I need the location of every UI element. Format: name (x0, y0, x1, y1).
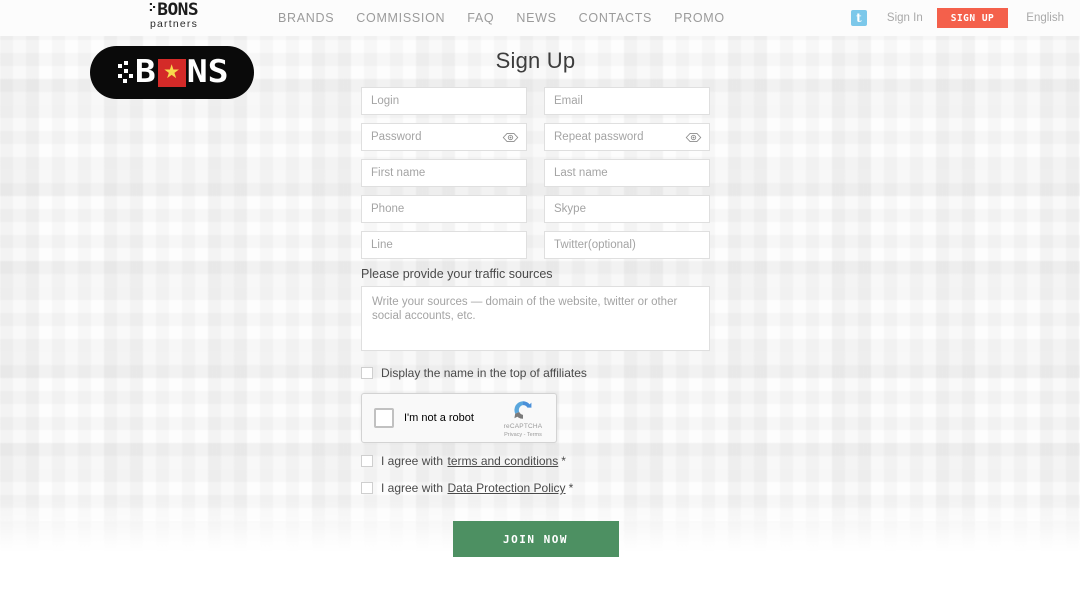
site-logo[interactable]: BONS partners (128, 2, 220, 31)
sign-in-link[interactable]: Sign In (887, 12, 923, 24)
skype-input[interactable] (545, 196, 709, 222)
star-glyph: ★ (163, 62, 181, 83)
bons-letters-ns: NS (186, 54, 229, 90)
privacy-link[interactable]: Data Protection Policy (448, 481, 566, 495)
email-field[interactable] (544, 87, 710, 115)
recaptcha-widget[interactable]: I'm not a robot reCAPTCHA Privacy - Term… (361, 393, 557, 443)
last-name-field[interactable] (544, 159, 710, 187)
vietnam-flag-icon: ★ (157, 58, 186, 87)
display-name-row: Display the name in the top of affiliate… (361, 366, 710, 380)
main-navigation: BRANDS COMMISSION FAQ NEWS CONTACTS PROM… (278, 11, 725, 25)
recaptcha-checkbox[interactable] (374, 408, 394, 428)
site-header: BONS partners BRANDS COMMISSION FAQ NEWS… (0, 0, 1080, 36)
phone-input[interactable] (362, 196, 526, 222)
bons-badge-logo: B ★ NS (90, 46, 254, 99)
terms-link[interactable]: terms and conditions (448, 454, 559, 468)
repeat-password-field[interactable] (544, 123, 710, 151)
privacy-agreement-row: I agree with Data Protection Policy * (361, 479, 710, 497)
recaptcha-branding: reCAPTCHA Privacy - Terms (494, 398, 556, 439)
email-input[interactable] (545, 88, 709, 114)
form-row-contact (361, 195, 710, 223)
form-row-credentials (361, 87, 710, 115)
terms-checkbox[interactable] (361, 455, 373, 467)
password-field[interactable] (361, 123, 527, 151)
privacy-required-mark: * (568, 481, 574, 495)
terms-required-mark: * (561, 454, 566, 468)
signup-form: Sign Up Login Email Password Repeat pass… (361, 48, 710, 557)
recaptcha-label: I'm not a robot (404, 412, 474, 424)
login-field[interactable] (361, 87, 527, 115)
show-repeat-password-icon[interactable] (685, 130, 702, 145)
bons-letter-b: B (134, 54, 156, 90)
recaptcha-legal-links[interactable]: Privacy - Terms (494, 431, 552, 439)
recaptcha-brand-name: reCAPTCHA (503, 422, 543, 430)
join-now-button[interactable]: JOIN NOW (452, 521, 619, 557)
twitter-icon[interactable]: t (850, 10, 867, 26)
login-input[interactable] (362, 88, 526, 114)
pixel-dots-icon (118, 60, 134, 85)
language-selector[interactable]: English (1026, 12, 1064, 24)
nav-item-contacts[interactable]: CONTACTS (579, 11, 652, 25)
twitter-glyph: t (856, 11, 862, 25)
phone-field[interactable] (361, 195, 527, 223)
terms-agreement-row: I agree with terms and conditions * (361, 452, 710, 470)
display-name-checkbox[interactable] (361, 367, 373, 379)
nav-item-brands[interactable]: BRANDS (278, 11, 334, 25)
traffic-sources-textarea[interactable] (361, 286, 710, 351)
show-password-icon[interactable] (502, 130, 519, 145)
twitter-input[interactable] (545, 232, 709, 258)
nav-item-faq[interactable]: FAQ (467, 11, 494, 25)
site-logo-main: BONS (126, 2, 223, 19)
twitter-field[interactable] (544, 231, 710, 259)
form-row-names (361, 159, 710, 187)
line-input[interactable] (362, 232, 526, 258)
first-name-input[interactable] (362, 160, 526, 186)
nav-item-commission[interactable]: COMMISSION (356, 11, 445, 25)
sign-up-button[interactable]: SIGN UP (936, 8, 1009, 28)
last-name-input[interactable] (545, 160, 709, 186)
nav-item-news[interactable]: NEWS (516, 11, 556, 25)
traffic-sources-label: Please provide your traffic sources (361, 267, 553, 281)
display-name-label: Display the name in the top of affiliate… (381, 366, 587, 380)
terms-prefix: I agree with (381, 454, 444, 468)
nav-item-promo[interactable]: PROMO (674, 11, 725, 25)
signup-page: BONS partners BRANDS COMMISSION FAQ NEWS… (0, 0, 1080, 600)
privacy-prefix: I agree with (381, 481, 444, 495)
skype-field[interactable] (544, 195, 710, 223)
header-actions: t Sign In SIGN UP English (850, 8, 1080, 28)
logo-dots-icon (149, 2, 156, 12)
form-row-social (361, 231, 710, 259)
line-field[interactable] (361, 231, 527, 259)
first-name-field[interactable] (361, 159, 527, 187)
privacy-checkbox[interactable] (361, 482, 373, 494)
recaptcha-icon (514, 400, 532, 419)
page-title: Sign Up (495, 48, 576, 73)
form-row-passwords (361, 123, 710, 151)
